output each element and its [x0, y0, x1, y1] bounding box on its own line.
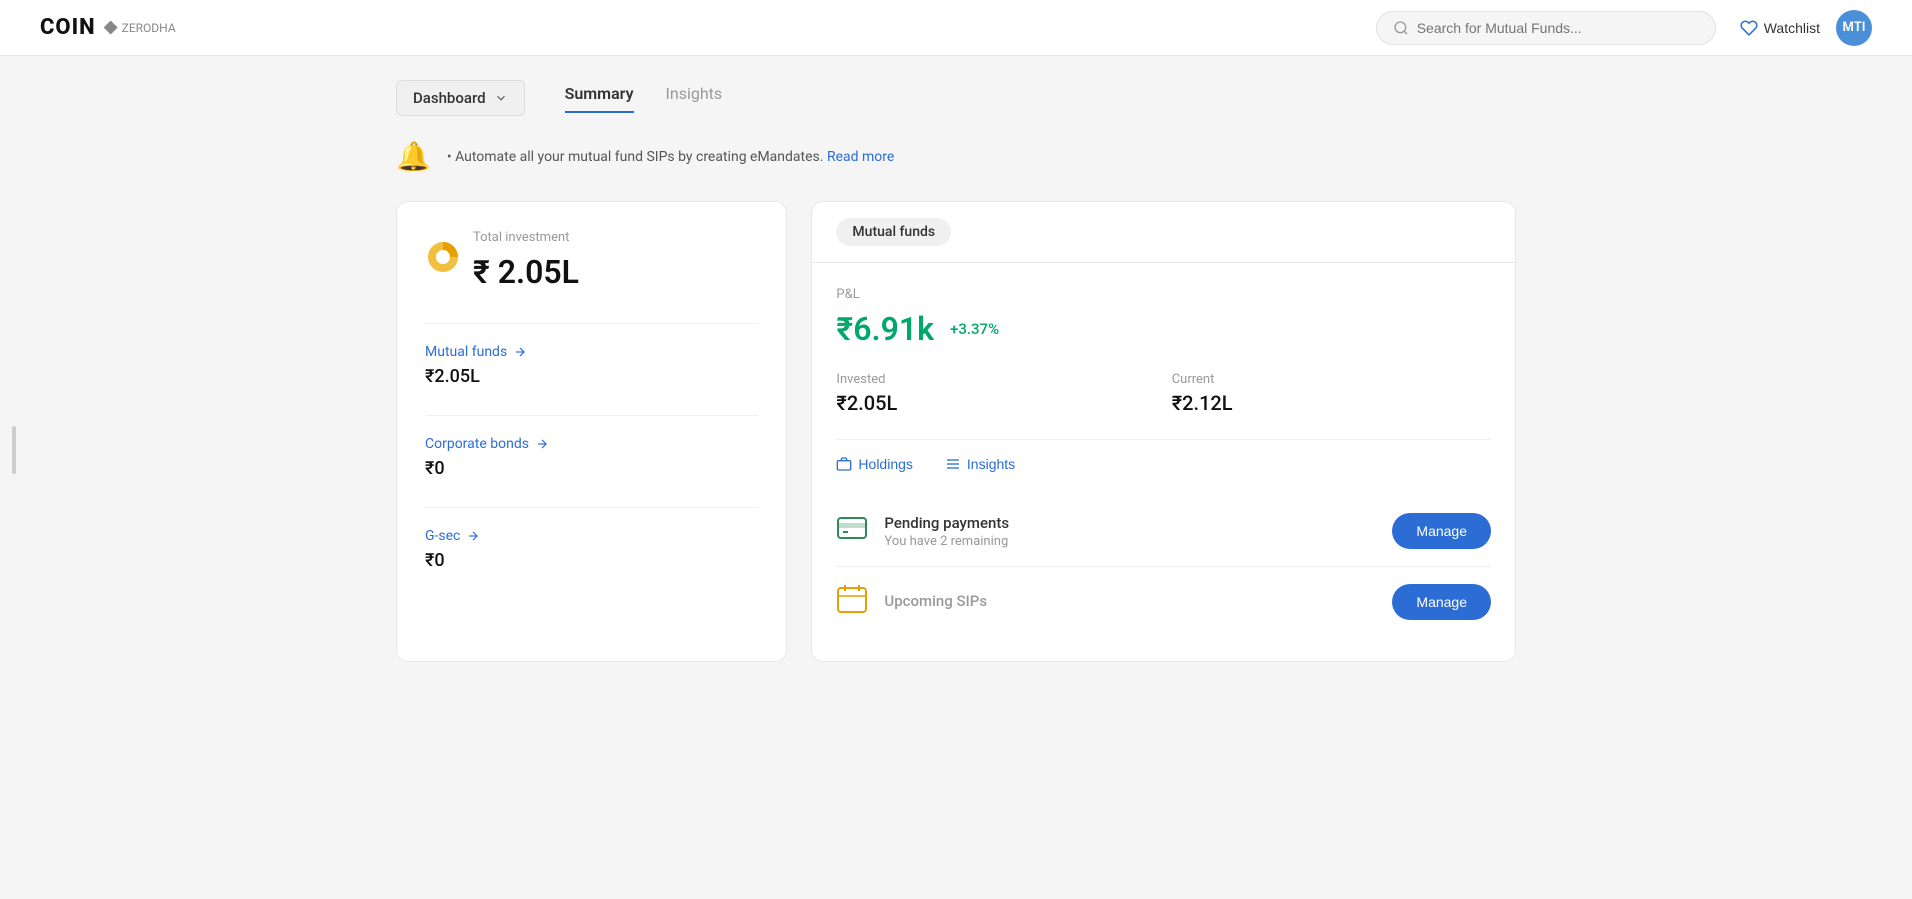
header-right: Watchlist MTI: [1740, 10, 1872, 46]
pl-label: P&L: [836, 287, 1491, 302]
pie-icon-svg: [425, 239, 461, 275]
search-icon: [1393, 20, 1409, 36]
heart-icon: [1740, 19, 1758, 37]
investment-item-mutual-funds: Mutual funds ₹2.05L: [425, 344, 758, 387]
holdings-button[interactable]: Holdings: [836, 456, 912, 472]
watchlist-button[interactable]: Watchlist: [1740, 19, 1820, 37]
gsec-link[interactable]: G-sec: [425, 528, 758, 544]
mutual-funds-tab-header: Mutual funds: [812, 202, 1515, 263]
pl-section: P&L ₹6.91k +3.37%: [836, 287, 1491, 348]
pending-payments-icon: [836, 512, 868, 550]
left-card: Total investment ₹ 2.05L Mutual funds ₹2…: [396, 201, 787, 662]
insights-icon: [945, 456, 961, 472]
chevron-down-icon: [494, 91, 508, 105]
insights-button[interactable]: Insights: [945, 456, 1015, 472]
current-amount: ₹2.12L: [1172, 391, 1491, 415]
total-investment-info: Total investment ₹ 2.05L: [473, 230, 579, 291]
total-investment-section: Total investment ₹ 2.05L: [425, 230, 758, 291]
mutual-funds-amount: ₹2.05L: [425, 366, 758, 387]
zerodha-label: ZERODHA: [122, 21, 176, 35]
read-more-link[interactable]: Read more: [827, 149, 894, 165]
corporate-bonds-link[interactable]: Corporate bonds: [425, 436, 758, 452]
arrow-right-icon-3: [466, 529, 480, 543]
dashboard-label: Dashboard: [413, 89, 486, 107]
holdings-insights-row: Holdings Insights: [836, 439, 1491, 472]
notification-banner: 🔔 • Automate all your mutual fund SIPs b…: [396, 140, 1516, 173]
header: COIN ZERODHA Watchlist MTI: [0, 0, 1912, 56]
bell-icon: 🔔: [396, 140, 431, 173]
avatar[interactable]: MTI: [1836, 10, 1872, 46]
pending-payments-title: Pending payments: [884, 514, 1376, 532]
search-bar[interactable]: [1376, 11, 1716, 45]
right-card: Mutual funds P&L ₹6.91k +3.37% Invested …: [811, 201, 1516, 662]
arrow-right-icon-2: [535, 437, 549, 451]
zerodha-icon: [104, 21, 118, 35]
dashboard-dropdown[interactable]: Dashboard: [396, 80, 525, 116]
upcoming-sips-section: Upcoming SIPs Manage: [836, 567, 1491, 637]
manage-sips-button[interactable]: Manage: [1392, 584, 1491, 620]
divider-3: [425, 507, 758, 508]
invested-label: Invested: [836, 372, 1155, 387]
pending-payments-section: Pending payments You have 2 remaining Ma…: [836, 496, 1491, 567]
pending-payments-info: Pending payments You have 2 remaining: [884, 514, 1376, 549]
tab-insights[interactable]: Insights: [666, 84, 723, 113]
current-label: Current: [1172, 372, 1491, 387]
calendar-icon: [836, 583, 868, 621]
watchlist-label: Watchlist: [1764, 20, 1820, 36]
invested-item: Invested ₹2.05L: [836, 372, 1155, 415]
tab-nav: Summary Insights: [565, 84, 723, 113]
pl-row: ₹6.91k +3.37%: [836, 310, 1491, 348]
holdings-icon: [836, 456, 852, 472]
investment-item-gsec: G-sec ₹0: [425, 528, 758, 571]
logo: COIN: [40, 15, 96, 40]
divider-2: [425, 415, 758, 416]
cards-layout: Total investment ₹ 2.05L Mutual funds ₹2…: [396, 201, 1516, 662]
mutual-funds-link[interactable]: Mutual funds: [425, 344, 758, 360]
search-input[interactable]: [1417, 20, 1699, 36]
invested-current-row: Invested ₹2.05L Current ₹2.12L: [836, 372, 1491, 415]
resize-handle[interactable]: [12, 426, 16, 474]
calendar-icon-svg: [836, 583, 868, 615]
total-investment-amount: ₹ 2.05L: [473, 253, 579, 291]
logo-area: COIN ZERODHA: [40, 15, 176, 40]
upcoming-sips-info: Upcoming SIPs: [884, 592, 1376, 612]
corporate-bonds-amount: ₹0: [425, 458, 758, 479]
divider-1: [425, 323, 758, 324]
total-investment-label: Total investment: [473, 230, 579, 245]
tab-summary[interactable]: Summary: [565, 84, 634, 113]
pie-chart-icon: [425, 239, 461, 282]
current-item: Current ₹2.12L: [1172, 372, 1491, 415]
right-card-body: P&L ₹6.91k +3.37% Invested ₹2.05L Curren…: [812, 263, 1515, 661]
investment-item-corporate-bonds: Corporate bonds ₹0: [425, 436, 758, 479]
main-content: Dashboard Summary Insights 🔔 • Automate …: [356, 56, 1556, 686]
upcoming-sips-title: Upcoming SIPs: [884, 592, 1376, 610]
notification-text: • Automate all your mutual fund SIPs by …: [447, 149, 894, 165]
pl-percent: +3.37%: [950, 320, 999, 338]
gsec-amount: ₹0: [425, 550, 758, 571]
pending-icon-svg: [836, 512, 868, 544]
manage-pending-button[interactable]: Manage: [1392, 513, 1491, 549]
mutual-funds-pill[interactable]: Mutual funds: [836, 218, 951, 246]
invested-amount: ₹2.05L: [836, 391, 1155, 415]
zerodha-badge: ZERODHA: [104, 21, 176, 35]
pl-amount: ₹6.91k: [836, 310, 934, 348]
pending-payments-subtitle: You have 2 remaining: [884, 534, 1376, 549]
arrow-right-icon-1: [513, 345, 527, 359]
top-nav: Dashboard Summary Insights: [396, 80, 1516, 116]
